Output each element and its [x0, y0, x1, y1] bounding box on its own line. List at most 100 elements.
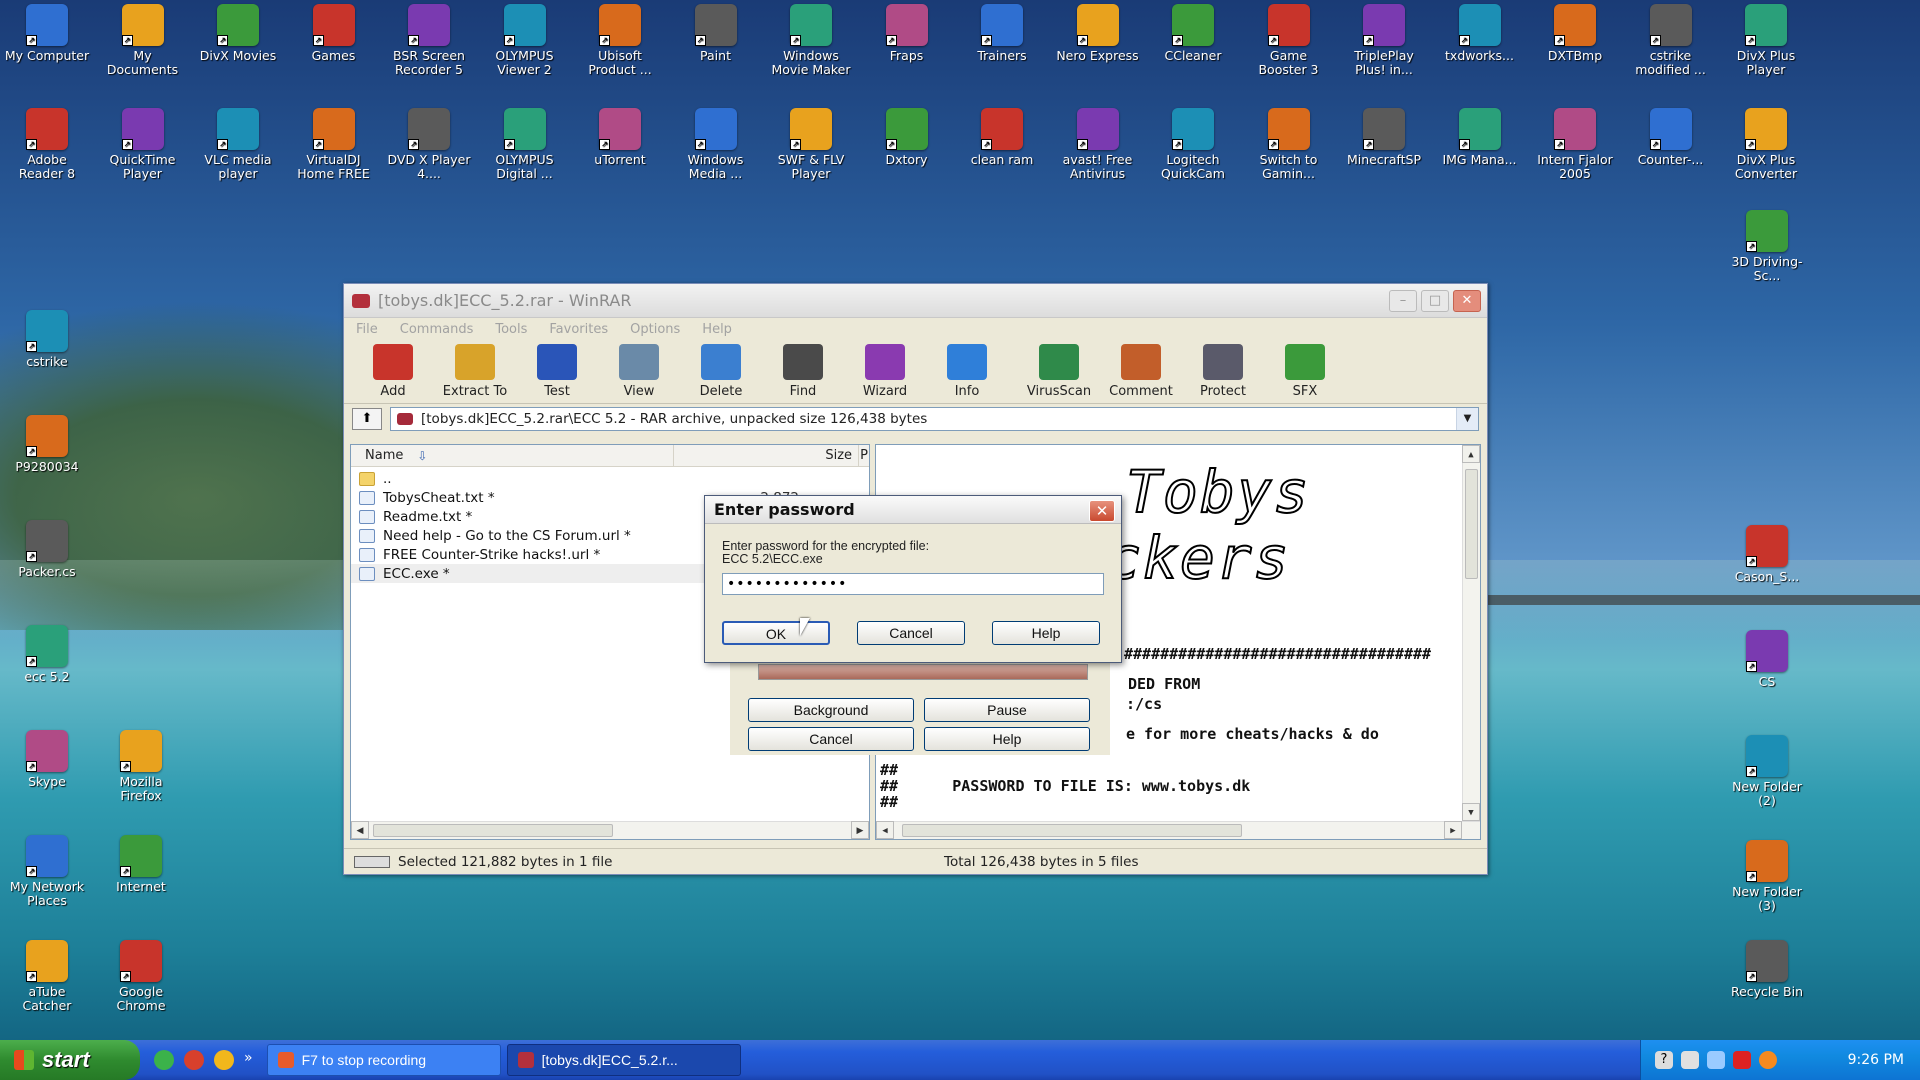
column-packed[interactable]: P: [859, 448, 869, 463]
toolbar-virusscan-button[interactable]: VirusScan: [1018, 344, 1100, 403]
toolbar-view-button[interactable]: View: [598, 344, 680, 403]
enter-password-dialog[interactable]: Enter password ✕ Enter password for the …: [704, 495, 1122, 663]
desktop-r1-7-shortcut[interactable]: ↗ Paint: [673, 4, 759, 63]
progress-cancel-button[interactable]: Cancel: [748, 727, 914, 751]
desktop-r2-18-shortcut[interactable]: ↗ DivX Plus Converter: [1723, 108, 1809, 181]
desktop-r1-12-shortcut[interactable]: ↗ CCleaner: [1150, 4, 1236, 63]
desktop-r1-5-shortcut[interactable]: ↗ OLYMPUS Viewer 2: [482, 4, 568, 77]
menu-tools[interactable]: Tools: [495, 322, 527, 337]
desktop-r2-14-shortcut[interactable]: ↗ MinecraftSP: [1341, 108, 1427, 167]
toolbar-comment-button[interactable]: Comment: [1100, 344, 1182, 403]
network-tray-icon[interactable]: [1681, 1051, 1699, 1069]
preview-hscroll-thumb[interactable]: [902, 824, 1242, 837]
up-folder-button[interactable]: ⬆: [352, 408, 382, 430]
desktop-r1-10-shortcut[interactable]: ↗ Trainers: [959, 4, 1045, 63]
task-winrar[interactable]: [tobys.dk]ECC_5.2.r...: [506, 1044, 741, 1076]
scroll-down-icon[interactable]: ▼: [1462, 803, 1480, 821]
desktop-r1-16-shortcut[interactable]: ↗ DXTBmp: [1532, 4, 1618, 63]
preview-vscroll[interactable]: ▲ ▼: [1462, 445, 1480, 821]
menu-favorites[interactable]: Favorites: [549, 322, 608, 337]
desktop-r2-10-shortcut[interactable]: ↗ clean ram: [959, 108, 1045, 167]
password-input[interactable]: •••••••••••••: [722, 573, 1104, 595]
desktop-r2-11-shortcut[interactable]: ↗ avast! Free Antivirus: [1055, 108, 1141, 181]
desktop-r1-2-shortcut[interactable]: ↗ DivX Movies: [195, 4, 281, 63]
desktop-second-0-shortcut[interactable]: ↗ Mozilla Firefox: [98, 730, 184, 803]
desktop-r1-8-shortcut[interactable]: ↗ Windows Movie Maker: [768, 4, 854, 77]
toolbar-test-button[interactable]: Test: [516, 344, 598, 403]
chrome-quicklaunch-icon[interactable]: [214, 1050, 234, 1070]
desktop-left-4-shortcut[interactable]: ↗ Skype: [4, 730, 90, 789]
menu-file[interactable]: File: [356, 322, 378, 337]
avast-tray-icon[interactable]: [1759, 1051, 1777, 1069]
desktop-r1-0-shortcut[interactable]: ↗ My Computer: [4, 4, 90, 63]
desktop-r1-6-shortcut[interactable]: ↗ Ubisoft Product ...: [577, 4, 663, 77]
desktop-right-3-shortcut[interactable]: ↗ New Folder (2): [1724, 735, 1810, 808]
desktop-r2-17-shortcut[interactable]: ↗ Counter-...: [1628, 108, 1714, 167]
desktop-r2-7-shortcut[interactable]: ↗ Windows Media ...: [673, 108, 759, 181]
desktop-right-1-shortcut[interactable]: ↗ Cason_S...: [1724, 525, 1810, 584]
desktop-right-5-shortcut[interactable]: ↗ Recycle Bin: [1724, 940, 1810, 999]
start-button[interactable]: start: [0, 1040, 140, 1080]
archive-path-field[interactable]: [tobys.dk]ECC_5.2.rar\ECC 5.2 - RAR arch…: [390, 407, 1479, 431]
desktop-r2-16-shortcut[interactable]: ↗ Intern Fjalor 2005: [1532, 108, 1618, 181]
minimize-button[interactable]: –: [1389, 290, 1417, 312]
close-button[interactable]: ✕: [1453, 290, 1481, 312]
scroll-left-icon[interactable]: ◀: [876, 821, 894, 839]
winrar-quicklaunch-icon[interactable]: [184, 1050, 204, 1070]
desktop-left-3-shortcut[interactable]: ↗ ecc 5.2: [4, 625, 90, 684]
toolbar-wizard-button[interactable]: Wizard: [844, 344, 926, 403]
toolbar-find-button[interactable]: Find: [762, 344, 844, 403]
toolbar-delete-button[interactable]: Delete: [680, 344, 762, 403]
column-size[interactable]: Size: [674, 445, 860, 466]
scroll-thumb[interactable]: [373, 824, 613, 837]
menu-help[interactable]: Help: [702, 322, 732, 337]
progress-help-button[interactable]: Help: [924, 727, 1090, 751]
close-icon[interactable]: ✕: [1089, 500, 1115, 522]
desktop-r1-18-shortcut[interactable]: ↗ DivX Plus Player: [1723, 4, 1809, 77]
desktop-right-4-shortcut[interactable]: ↗ New Folder (3): [1724, 840, 1810, 913]
background-button[interactable]: Background: [748, 698, 914, 722]
preview-hscroll[interactable]: ◀ ▶: [876, 821, 1480, 839]
cancel-button[interactable]: Cancel: [857, 621, 965, 645]
desktop-r2-8-shortcut[interactable]: ↗ SWF & FLV Player: [768, 108, 854, 181]
desktop-r2-15-shortcut[interactable]: ↗ IMG Mana...: [1437, 108, 1523, 167]
desktop-r2-6-shortcut[interactable]: ↗ uTorrent: [577, 108, 663, 167]
help-tray-icon[interactable]: ?: [1655, 1051, 1673, 1069]
task-recorder[interactable]: F7 to stop recording: [266, 1044, 501, 1076]
desktop-r1-13-shortcut[interactable]: ↗ Game Booster 3: [1246, 4, 1332, 77]
desktop-r2-2-shortcut[interactable]: ↗ VLC media player: [195, 108, 281, 181]
desktop-r2-3-shortcut[interactable]: ↗ VirtualDJ Home FREE: [291, 108, 377, 181]
monitor-tray-icon[interactable]: [1707, 1051, 1725, 1069]
desktop-r1-9-shortcut[interactable]: ↗ Fraps: [864, 4, 950, 63]
desktop-r1-1-shortcut[interactable]: ↗ My Documents: [100, 4, 186, 77]
desktop-r2-4-shortcut[interactable]: ↗ DVD X Player 4....: [386, 108, 472, 181]
scroll-right-icon[interactable]: ▶: [851, 821, 869, 839]
preview-vscroll-thumb[interactable]: [1465, 469, 1478, 579]
toolbar-protect-button[interactable]: Protect: [1182, 344, 1264, 403]
file-row[interactable]: ..: [351, 469, 869, 488]
help-button[interactable]: Help: [992, 621, 1100, 645]
toolbar-sfx-button[interactable]: SFX: [1264, 344, 1346, 403]
desktop-r2-5-shortcut[interactable]: ↗ OLYMPUS Digital ...: [482, 108, 568, 181]
password-dialog-title[interactable]: Enter password: [705, 496, 1121, 524]
desktop-right-2-shortcut[interactable]: ↗ CS: [1724, 630, 1810, 689]
desktop-left-6-shortcut[interactable]: ↗ aTube Catcher: [4, 940, 90, 1013]
skype-quicklaunch-icon[interactable]: [154, 1050, 174, 1070]
desktop-r1-4-shortcut[interactable]: ↗ BSR Screen Recorder 5: [386, 4, 472, 77]
desktop-left-2-shortcut[interactable]: ↗ Packer.cs: [4, 520, 90, 579]
desktop-left-5-shortcut[interactable]: ↗ My Network Places: [4, 835, 90, 908]
recording-tray-icon[interactable]: [1733, 1051, 1751, 1069]
chevron-down-icon[interactable]: ▼: [1456, 408, 1478, 430]
winrar-titlebar[interactable]: [tobys.dk]ECC_5.2.rar - WinRAR – □ ✕: [344, 284, 1487, 318]
desktop-r2-1-shortcut[interactable]: ↗ QuickTime Player: [100, 108, 186, 181]
desktop-r1-3-shortcut[interactable]: ↗ Games: [291, 4, 377, 63]
desktop-left-1-shortcut[interactable]: ↗ P9280034: [4, 415, 90, 474]
desktop-r2-12-shortcut[interactable]: ↗ Logitech QuickCam: [1150, 108, 1236, 181]
desktop-r1-17-shortcut[interactable]: ↗ cstrike modified ...: [1628, 4, 1714, 77]
toolbar-info-button[interactable]: Info: [926, 344, 1008, 403]
file-list-hscroll[interactable]: ◀ ▶: [351, 821, 869, 839]
toolbar-extract-to-button[interactable]: Extract To: [434, 344, 516, 403]
column-name[interactable]: Name ⇩: [351, 445, 674, 466]
ok-button[interactable]: OK: [722, 621, 830, 645]
desktop-left-0-shortcut[interactable]: ↗ cstrike: [4, 310, 90, 369]
